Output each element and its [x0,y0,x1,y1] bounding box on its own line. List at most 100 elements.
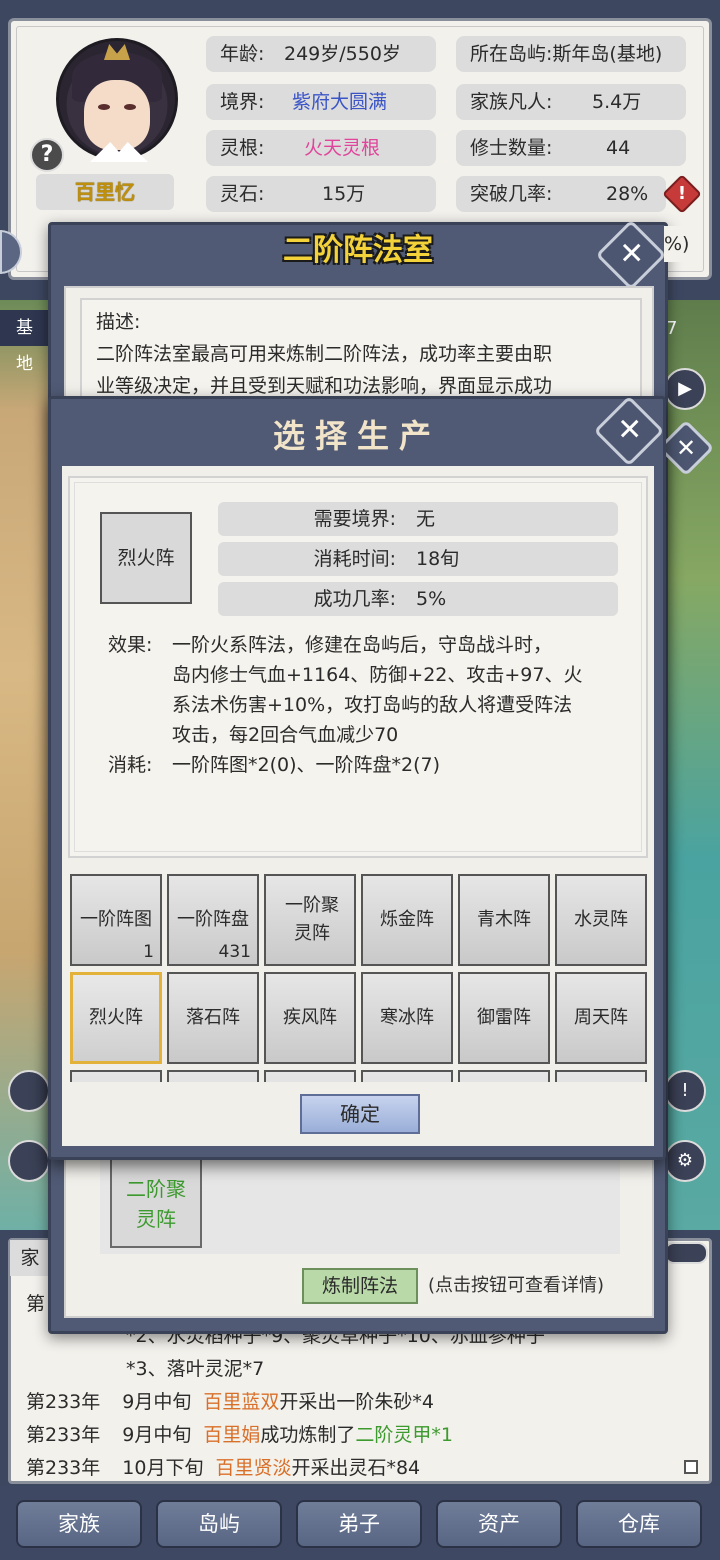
stat-island-value: 斯年岛(基地) [552,43,663,65]
gear-icon[interactable]: ⚙ [664,1140,706,1182]
grid-cell-label: 落石阵 [186,1007,240,1028]
stat-cultivators: 修士数量: 44 [456,130,686,166]
log-action: 成功炼制了 [260,1424,356,1446]
grid-cell-partial[interactable] [70,1070,162,1082]
grid-cell[interactable]: 周天阵 [555,972,647,1064]
nav-warehouse-button[interactable]: 仓库 [576,1500,702,1548]
stat-realm: 境界: 紫府大圆满 [206,84,436,120]
cost-text: 一阶阵图*2(0)、一阶阵盘*2(7) [172,754,441,776]
grid-cell-label: 御雷阵 [477,1007,531,1028]
selected-formation-card: 烈火阵 [100,512,192,604]
grid-cell-selected[interactable]: 烈火阵 [70,972,162,1064]
stat-island: 所在岛屿:斯年岛(基地) [456,36,686,72]
grid-cell[interactable]: 烁金阵 [361,874,453,966]
log-entry: 第233年 9月中旬 百里蓝双开采出一阶朱砂*4 [26,1386,434,1419]
requirement-success-rate: 成功几率: 5% [218,582,618,616]
grid-cell[interactable]: 一阶阵盘 431 [167,874,259,966]
grid-cell[interactable]: 寒冰阵 [361,972,453,1064]
log-overflow-line-b: *3、落叶灵泥*7 [126,1358,265,1380]
refine-formation-button[interactable]: 炼制阵法 [302,1268,418,1304]
description-label: 描述: [96,311,141,333]
requirement-time: 消耗时间: 18旬 [218,542,618,576]
requirement-label: 成功几率: [313,588,396,610]
grid-cell[interactable]: 御雷阵 [458,972,550,1064]
log-person: 百里蓝双 [203,1391,280,1413]
grid-cell-label: 烈火阵 [89,1007,143,1028]
log-entry: 第233年 10月下旬 百里贤淡开采出灵石*84 [26,1452,420,1485]
grid-cell-label: 一阶聚灵阵 [285,895,339,944]
grid-cell-partial[interactable] [167,1070,259,1082]
effect-label: 效果: [108,634,153,656]
avatar-eye-left [98,104,110,110]
nav-disciples-button[interactable]: 弟子 [296,1500,422,1548]
nav-island-button[interactable]: 岛屿 [156,1500,282,1548]
stat-stones-value: 15万 [322,183,366,205]
grid-cell-label: 水灵阵 [574,909,628,930]
effect-line: 一阶火系阵法，修建在岛屿后，守岛战斗时， [172,634,553,656]
stat-age: 年龄: 249岁/550岁 [206,36,436,72]
grid-cell[interactable]: 青木阵 [458,874,550,966]
grid-cell-label: 寒冰阵 [380,1007,434,1028]
nav-assets-button[interactable]: 资产 [436,1500,562,1548]
grid-cell-partial[interactable] [458,1070,550,1082]
close-icon: ✕ [675,434,697,462]
refine-hint: (点击按钮可查看详情) [428,1275,605,1296]
log-expand-icon[interactable] [664,1242,708,1264]
close-icon: ✕ [617,412,643,448]
character-name: 百里忆 [36,174,174,210]
grid-cell-label: 青木阵 [477,909,531,930]
stat-stones-label: 灵石: [220,183,265,205]
grid-cell[interactable]: 水灵阵 [555,874,647,966]
alert-icon[interactable]: ! [664,1070,706,1112]
requirement-value: 5% [416,588,447,610]
stat-cultivators-label: 修士数量: [470,137,553,159]
effect-line: 攻击，每2回合气血减少70 [172,724,399,746]
recipe-card-label: 二阶聚 [126,1177,186,1201]
grid-cell-partial[interactable] [264,1070,356,1082]
stat-island-label: 所在岛屿: [470,43,553,65]
stat-breakthrough-value: 28% [606,183,649,205]
play-icon[interactable]: ▶ [664,368,706,410]
log-year: 第233年 [26,1391,101,1413]
grid-cell-partial[interactable] [555,1070,647,1082]
map-left-book-icon[interactable] [8,1140,50,1182]
help-icon[interactable]: ? [30,138,64,172]
log-person: 百里贤淡 [215,1457,292,1479]
requirement-label: 需要境界: [313,508,396,530]
requirement-label: 消耗时间: [313,548,396,570]
grid-cell-label: 烁金阵 [380,909,434,930]
grid-cell-count: 431 [218,942,251,962]
grid-cell[interactable]: 一阶聚灵阵 [264,874,356,966]
stat-mortals: 家族凡人: 5.4万 [456,84,686,120]
stat-root-value: 火天灵根 [304,137,381,159]
stat-age-label: 年龄: [220,43,265,65]
grid-cell[interactable]: 一阶阵图 1 [70,874,162,966]
stat-partial-right: %) [664,226,694,262]
grid-cell-count: 1 [143,942,154,962]
close-icon: ✕ [619,236,645,272]
log-tab[interactable]: 家 [10,1240,50,1276]
log-first-prefix: 第 [26,1293,46,1315]
stat-spirit-root: 灵根: 火天灵根 [206,130,436,166]
log-scroll-handle[interactable] [684,1460,698,1474]
map-left-scroll-icon[interactable] [8,1070,50,1112]
formation-room-title: 二阶阵法室 [283,233,433,268]
grid-cell[interactable]: 疾风阵 [264,972,356,1064]
grid-cell-partial[interactable] [361,1070,453,1082]
grid-cell[interactable]: 落石阵 [167,972,259,1064]
stat-realm-label: 境界: [220,91,265,113]
recipe-card-tier2-gather[interactable]: 二阶聚 灵阵 [110,1158,202,1248]
stat-breakthrough-label: 突破几率: [470,183,553,205]
map-left-tab[interactable]: 基地 [0,310,48,374]
formation-grid[interactable]: 一阶阵图 1 一阶阵盘 431 一阶聚灵阵 烁金阵 青木阵 水灵阵 烈火阵 落石阵 … [68,870,648,1082]
log-time: 9月中旬 [122,1391,192,1413]
log-action: 开采出一阶朱砂*4 [279,1391,434,1413]
stat-cultivators-value: 44 [606,137,631,159]
cost-label: 消耗: [108,754,153,776]
log-entry: 第233年 9月中旬 百里娟成功炼制了二阶灵甲*1 [26,1419,453,1452]
effect-line: 系法术伤害+10%，攻打岛屿的敌人将遭受阵法 [172,694,573,716]
nav-family-button[interactable]: 家族 [16,1500,142,1548]
requirement-value: 18旬 [416,548,460,570]
confirm-button[interactable]: 确定 [300,1094,420,1134]
stat-root-label: 灵根: [220,137,265,159]
